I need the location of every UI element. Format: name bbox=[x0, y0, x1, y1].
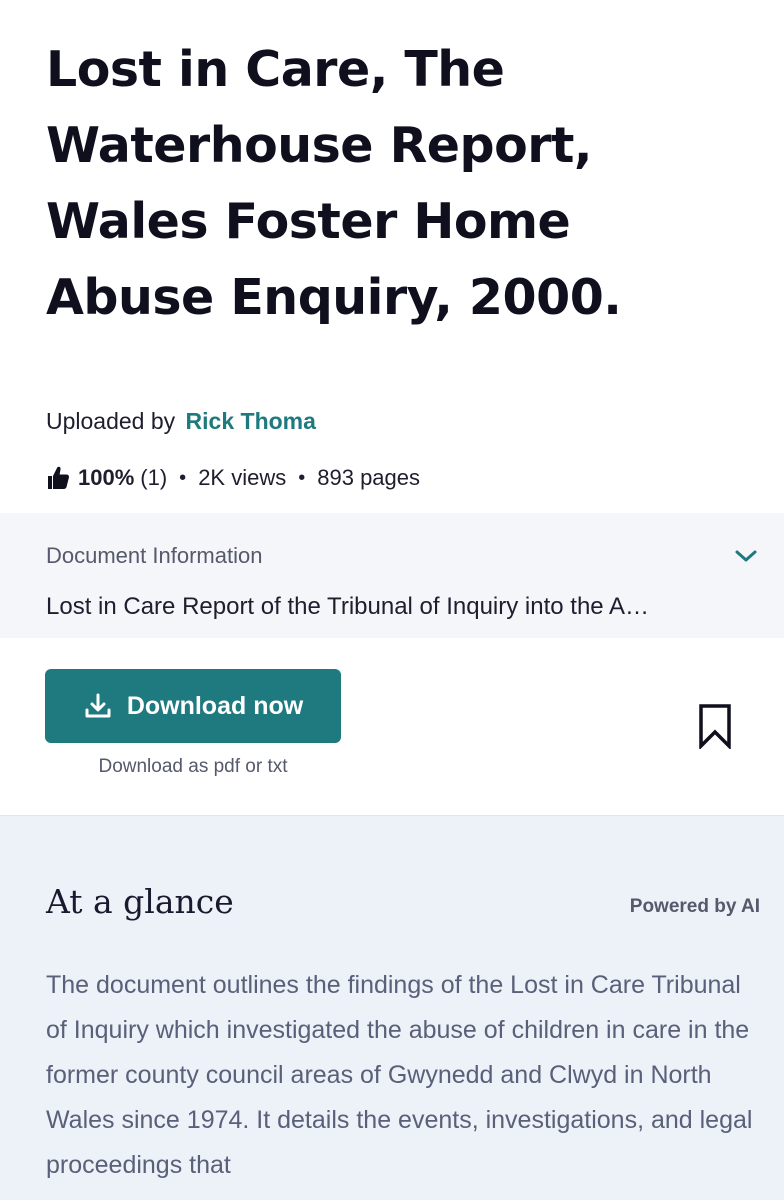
document-summary: The document outlines the findings of th… bbox=[46, 971, 753, 1179]
download-icon bbox=[83, 691, 113, 721]
document-header: Lost in Care, The Waterhouse Report, Wal… bbox=[0, 0, 784, 493]
uploader-line: Uploaded by Rick Thoma bbox=[46, 408, 738, 435]
download-now-button[interactable]: Download now bbox=[45, 669, 341, 743]
document-information-panel[interactable]: Document Information Lost in Care Report… bbox=[0, 513, 784, 638]
uploader-name-link[interactable]: Rick Thoma bbox=[186, 408, 316, 434]
document-title: Lost in Care, The Waterhouse Report, Wal… bbox=[46, 41, 622, 326]
view-count: 2K views bbox=[198, 465, 287, 490]
at-a-glance-section: At a glance Powered by AI The document o… bbox=[0, 815, 784, 1200]
page-count: 893 pages bbox=[317, 465, 421, 490]
rating-count: (1) bbox=[140, 465, 168, 490]
document-information-label: Document Information bbox=[46, 543, 263, 568]
rating-percent: 100% bbox=[78, 465, 135, 490]
uploaded-by-label: Uploaded by bbox=[46, 408, 176, 434]
chevron-down-icon[interactable] bbox=[733, 543, 759, 569]
separator-dot: • bbox=[298, 466, 306, 489]
download-format-note: Download as pdf or txt bbox=[98, 756, 288, 777]
thumbs-up-icon bbox=[46, 465, 70, 491]
separator-dot: • bbox=[179, 466, 187, 489]
download-now-label: Download now bbox=[126, 691, 304, 720]
powered-by-ai-label: Powered by AI bbox=[629, 896, 760, 917]
document-description: Lost in Care Report of the Tribunal of I… bbox=[46, 593, 649, 620]
bookmark-icon[interactable] bbox=[698, 703, 732, 751]
at-a-glance-title: At a glance bbox=[46, 882, 234, 921]
document-page: Lost in Care, The Waterhouse Report, Wal… bbox=[0, 0, 784, 1200]
document-stats: 100% (1) • 2K views • 893 pages bbox=[46, 463, 738, 493]
